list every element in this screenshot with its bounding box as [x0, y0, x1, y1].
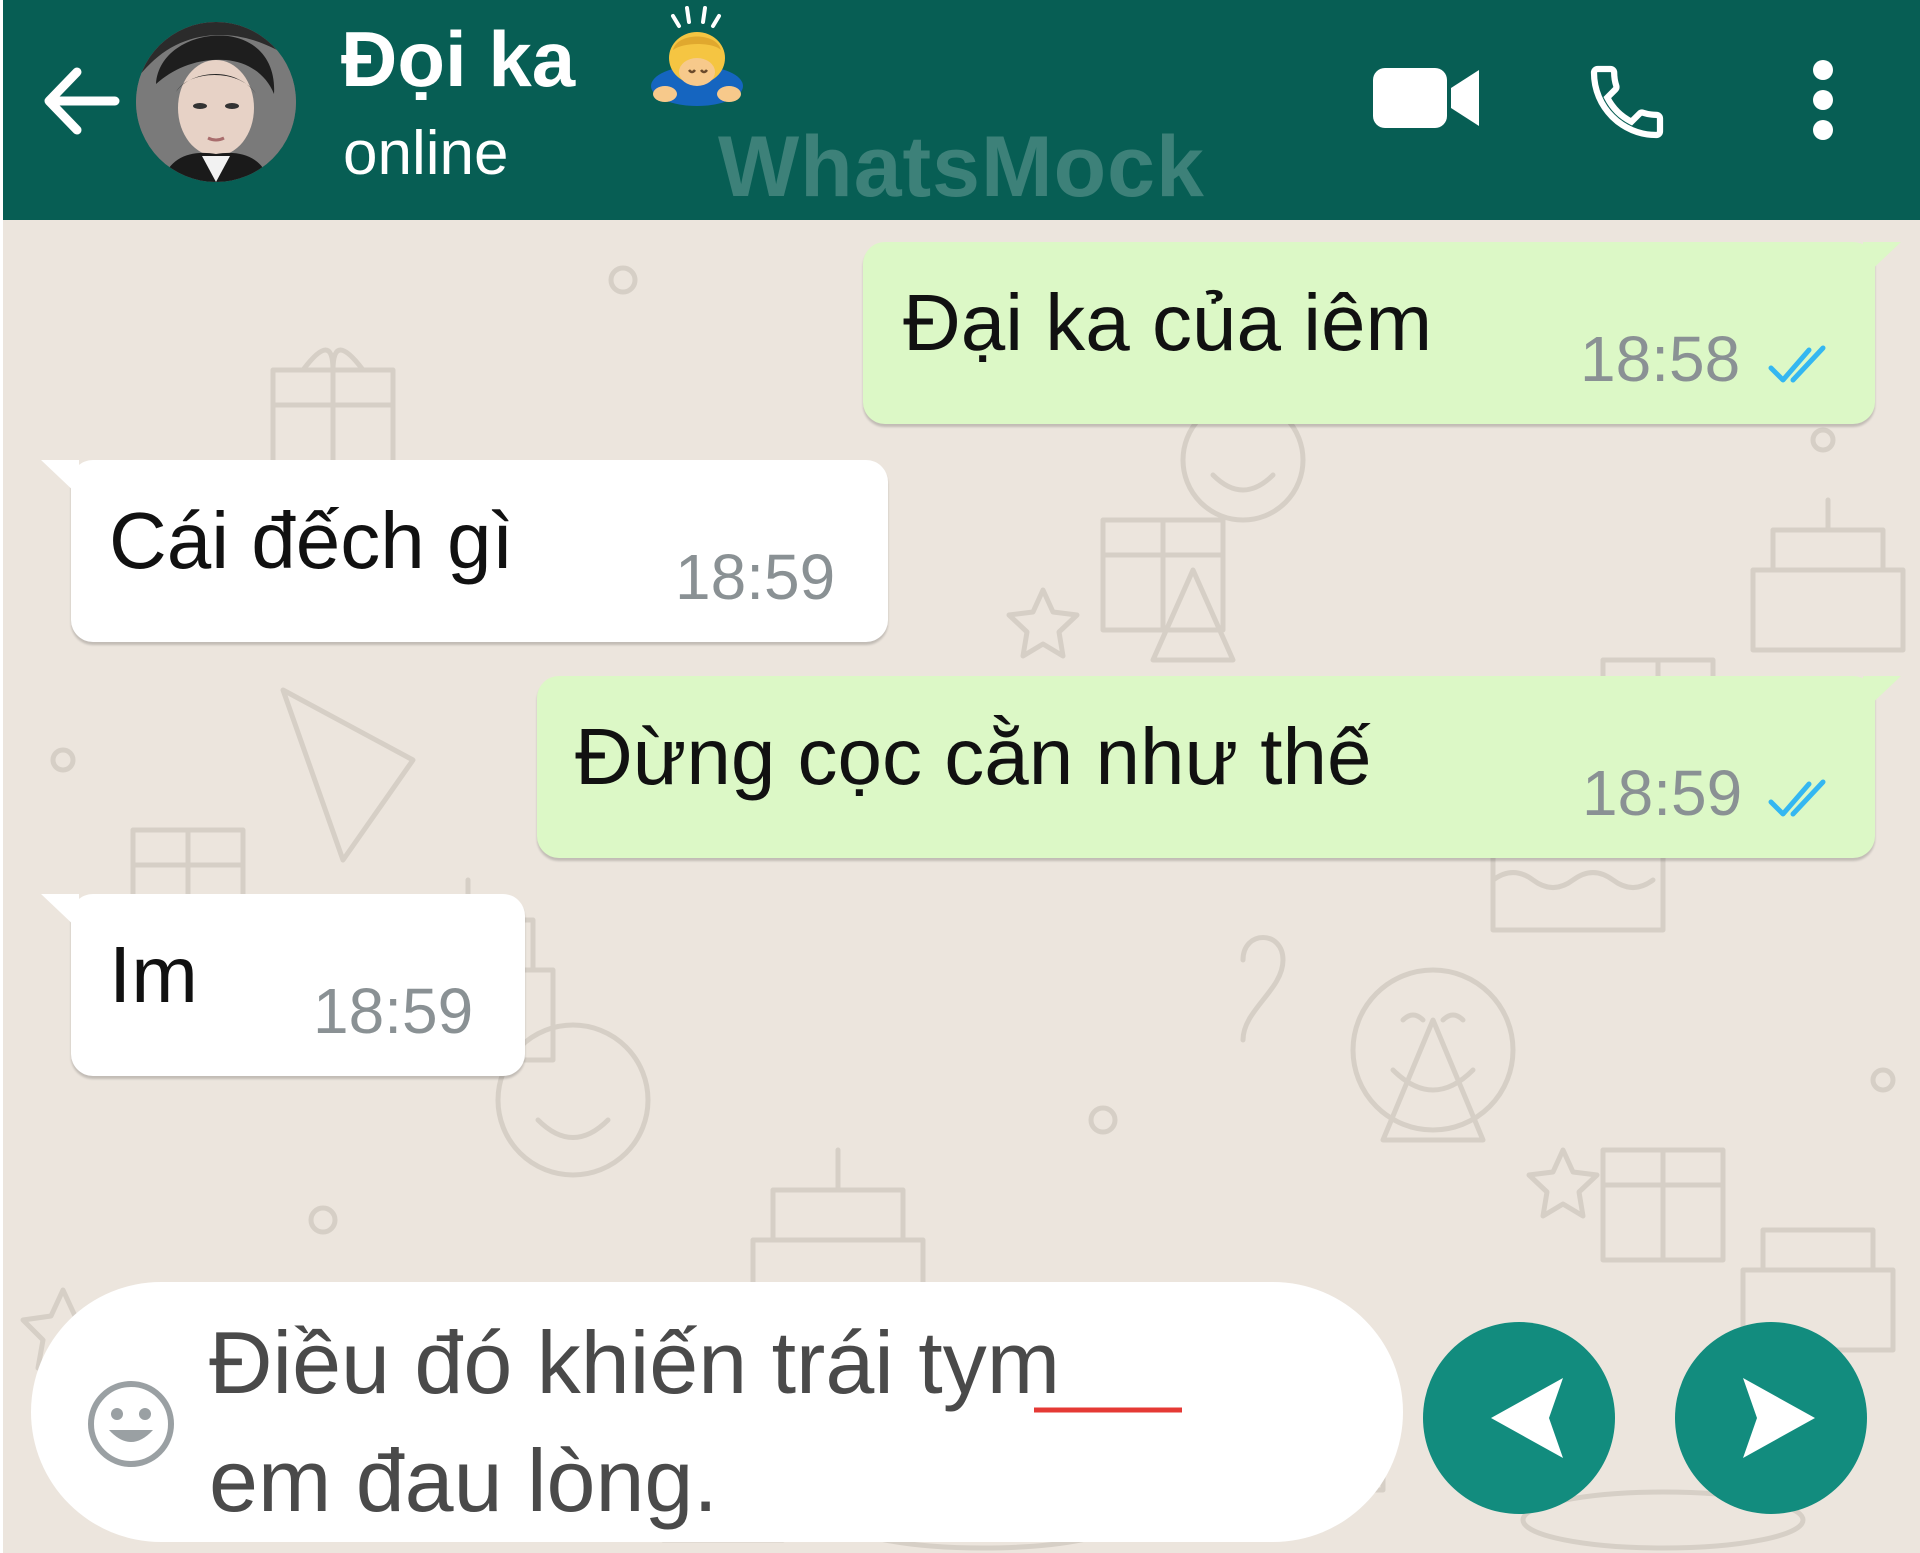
- bubble-tail: [1863, 242, 1901, 278]
- bubble-tail: [1863, 676, 1901, 712]
- message-text: Cái đếch gì: [109, 496, 514, 585]
- more-vertical-icon: [1813, 60, 1833, 140]
- phone-icon: [1590, 65, 1664, 139]
- more-options-button[interactable]: [1809, 58, 1837, 142]
- previous-button[interactable]: [1423, 1322, 1615, 1514]
- message-input-bar[interactable]: Điều đó khiến trái tym em đau lòng.: [31, 1282, 1403, 1542]
- watermark: WhatsMock: [718, 119, 1205, 215]
- message-bubble-outgoing[interactable]: Đại ka của iêm 18:58: [863, 242, 1875, 424]
- message-time: 18:59: [1582, 757, 1743, 829]
- message-bubble-incoming[interactable]: Im 18:59: [71, 894, 525, 1076]
- send-button[interactable]: [1675, 1322, 1867, 1514]
- message-text: Im: [109, 930, 198, 1019]
- video-camera-icon: [1373, 68, 1479, 128]
- voice-call-button[interactable]: [1583, 58, 1671, 146]
- video-call-button[interactable]: [1371, 62, 1483, 134]
- message-text: Đại ka của iêm: [903, 278, 1433, 367]
- message-bubble-incoming[interactable]: Cái đếch gì 18:59: [71, 460, 888, 642]
- back-button[interactable]: [41, 60, 123, 142]
- message-bubble-outgoing[interactable]: Đừng cọc cằn như thế 18:59: [537, 676, 1875, 858]
- smiley-icon: [88, 1381, 174, 1467]
- message-input[interactable]: Điều đó khiến trái tym em đau lòng.: [209, 1304, 1329, 1540]
- chat-header: Đọi ka online WhatsMock: [3, 0, 1920, 220]
- chat-screen: Đọi ka online WhatsMock Đại ka của iêm 1…: [3, 0, 1920, 1553]
- bowing-person-emoji-icon: [643, 2, 753, 112]
- contact-name[interactable]: Đọi ka: [341, 14, 575, 105]
- contact-status: online: [343, 119, 509, 188]
- send-icon: [1743, 1378, 1815, 1458]
- message-time: 18:59: [675, 541, 836, 613]
- message-time: 18:59: [313, 975, 474, 1047]
- double-check-icon: [1768, 345, 1826, 383]
- bubble-tail: [41, 460, 79, 496]
- emoji-button[interactable]: [85, 1378, 177, 1470]
- avatar-photo: [136, 22, 296, 182]
- bubble-tail: [41, 894, 79, 930]
- triangle-left-icon: [1491, 1378, 1563, 1458]
- message-time: 18:58: [1580, 323, 1741, 395]
- double-check-icon: [1768, 779, 1826, 817]
- spellcheck-underline: [1034, 1407, 1182, 1413]
- message-text: Đừng cọc cằn như thế: [575, 712, 1372, 801]
- arrow-left-icon: [44, 67, 120, 135]
- avatar[interactable]: [136, 22, 296, 182]
